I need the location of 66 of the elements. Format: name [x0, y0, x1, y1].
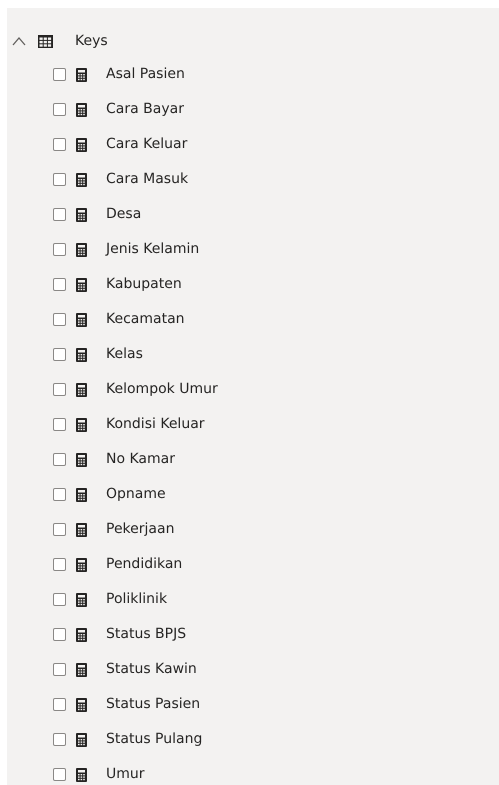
- field-name[interactable]: Desa: [106, 204, 142, 225]
- field-name[interactable]: Opname: [106, 484, 166, 505]
- field-name[interactable]: Status BPJS: [106, 624, 186, 645]
- calculator-icon: [76, 208, 87, 222]
- calculator-icon: [76, 662, 87, 676]
- checkbox[interactable]: [53, 173, 66, 186]
- calculator-icon: [76, 592, 87, 606]
- checkbox[interactable]: [53, 103, 66, 116]
- calculator-icon: [76, 522, 87, 536]
- field-name[interactable]: Cara Masuk: [106, 169, 188, 190]
- checkbox[interactable]: [53, 68, 66, 81]
- table-name[interactable]: Keys: [75, 30, 108, 52]
- calculator-icon: [76, 68, 87, 82]
- calculator-icon: [76, 172, 87, 186]
- calculator-icon: [76, 558, 87, 572]
- chevron-icon[interactable]: [12, 36, 26, 46]
- calculator-icon: [76, 698, 87, 712]
- field-name[interactable]: No Kamar: [106, 449, 175, 470]
- checkbox[interactable]: [53, 278, 66, 291]
- checkbox[interactable]: [53, 628, 66, 641]
- checkbox[interactable]: [53, 243, 66, 256]
- calculator-icon: [76, 768, 87, 782]
- checkbox[interactable]: [53, 383, 66, 396]
- checkbox[interactable]: [53, 523, 66, 536]
- calculator-icon: [76, 312, 87, 326]
- calculator-icon: [76, 348, 87, 362]
- checkbox[interactable]: [53, 208, 66, 221]
- calculator-icon: [76, 242, 87, 256]
- field-name[interactable]: Pendidikan: [106, 554, 182, 575]
- calculator-icon: [76, 732, 87, 746]
- table-icon: [38, 34, 53, 48]
- calculator-icon: [76, 138, 87, 152]
- checkbox[interactable]: [53, 768, 66, 781]
- field-name[interactable]: Kabupaten: [106, 274, 182, 295]
- field-name[interactable]: Cara Keluar: [106, 134, 188, 155]
- field-name[interactable]: Kondisi Keluar: [106, 414, 205, 435]
- field-name[interactable]: Status Pasien: [106, 694, 200, 715]
- field-name[interactable]: Kelas: [106, 344, 143, 365]
- field-name[interactable]: Kelompok Umur: [106, 379, 218, 400]
- field-name[interactable]: Cara Bayar: [106, 99, 184, 120]
- field-name[interactable]: Status Pulang: [106, 729, 202, 750]
- checkbox[interactable]: [53, 488, 66, 501]
- field-name[interactable]: Status Kawin: [106, 659, 197, 680]
- field-name[interactable]: Umur: [106, 764, 145, 785]
- checkbox[interactable]: [53, 453, 66, 466]
- field-name[interactable]: Asal Pasien: [106, 64, 185, 85]
- checkbox[interactable]: [53, 348, 66, 361]
- checkbox[interactable]: [53, 663, 66, 676]
- field-name[interactable]: Jenis Kelamin: [106, 239, 200, 260]
- checkbox[interactable]: [53, 733, 66, 746]
- checkbox[interactable]: [53, 698, 66, 711]
- calculator-icon: [76, 382, 87, 396]
- calculator-icon: [76, 102, 87, 116]
- calculator-icon: [76, 418, 87, 432]
- calculator-icon: [76, 488, 87, 502]
- checkbox[interactable]: [53, 138, 66, 151]
- checkbox[interactable]: [53, 313, 66, 326]
- calculator-icon: [76, 628, 87, 642]
- field-name[interactable]: Poliklinik: [106, 589, 168, 610]
- checkbox[interactable]: [53, 418, 66, 431]
- calculator-icon: [76, 278, 87, 292]
- checkbox[interactable]: [53, 558, 66, 571]
- checkbox[interactable]: [53, 593, 66, 606]
- field-name[interactable]: Pekerjaan: [106, 519, 174, 540]
- field-name[interactable]: Kecamatan: [106, 309, 185, 330]
- calculator-icon: [76, 452, 87, 466]
